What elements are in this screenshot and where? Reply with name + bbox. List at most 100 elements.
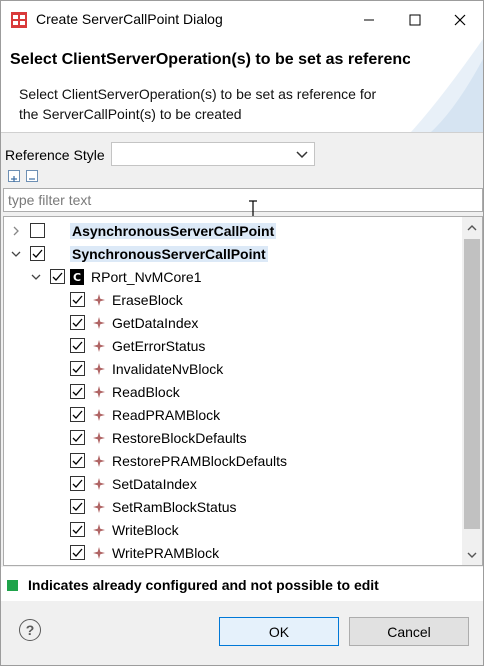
collapse-all-icon[interactable] xyxy=(26,170,38,182)
tree-row-operation[interactable]: SetRamBlockStatus xyxy=(4,496,462,519)
dialog-footer: ? OK Cancel xyxy=(1,601,483,665)
checkbox-async[interactable] xyxy=(30,223,45,238)
filter-input[interactable]: type filter text xyxy=(3,188,483,212)
checkmark-icon xyxy=(72,387,83,396)
port-icon: C xyxy=(70,269,84,285)
tree-row-operation[interactable]: RestoreBlockDefaults xyxy=(4,427,462,450)
tree-row-operation[interactable]: RestorePRAMBlockDefaults xyxy=(4,450,462,473)
tree-label-operation: RestorePRAMBlockDefaults xyxy=(112,453,288,469)
chevron-down-icon xyxy=(296,151,308,159)
tree-label-operation: WritePRAMBlock xyxy=(112,545,220,561)
maximize-icon xyxy=(409,14,421,26)
tree-row-port[interactable]: C RPort_NvMCore1 xyxy=(4,266,462,289)
checkmark-icon xyxy=(72,433,83,442)
help-button[interactable]: ? xyxy=(19,619,41,641)
checkmark-icon xyxy=(72,502,83,511)
checkbox-port[interactable] xyxy=(50,269,65,284)
checkbox-operation[interactable] xyxy=(70,338,85,353)
maximize-button[interactable] xyxy=(392,1,438,39)
tree-label-operation: RestoreBlockDefaults xyxy=(112,430,247,446)
ok-button[interactable]: OK xyxy=(219,617,339,646)
checkbox-operation[interactable] xyxy=(70,453,85,468)
checkbox-operation[interactable] xyxy=(70,522,85,537)
tree-row-operation[interactable]: ReadBlock xyxy=(4,381,462,404)
tree-row-operation[interactable]: EraseBlock xyxy=(4,289,462,312)
tree-label-operation: SetDataIndex xyxy=(112,476,197,492)
chevron-down-icon[interactable] xyxy=(30,271,42,283)
operation-tree[interactable]: AsynchronousServerCallPoint SynchronousS… xyxy=(3,216,483,566)
scroll-down-icon[interactable] xyxy=(466,550,478,560)
checkbox-sync[interactable] xyxy=(30,246,45,261)
tree-row-operation[interactable]: SetDataIndex xyxy=(4,473,462,496)
checkbox-operation[interactable] xyxy=(70,361,85,376)
legend-text: Indicates already configured and not pos… xyxy=(28,577,379,593)
window-title: Create ServerCallPoint Dialog xyxy=(36,11,223,27)
tree-row-operation[interactable]: InvalidateNvBlock xyxy=(4,358,462,381)
tree-row-operation[interactable]: WritePRAMBlock xyxy=(4,542,462,565)
checkmark-icon xyxy=(32,249,43,258)
dialog-content: Reference Style type filter text Asynchr… xyxy=(1,133,483,593)
tree-label-operation: ReadBlock xyxy=(112,384,180,400)
checkbox-operation[interactable] xyxy=(70,384,85,399)
scroll-up-icon[interactable] xyxy=(466,223,478,233)
operation-icon xyxy=(93,501,105,513)
operation-icon xyxy=(93,478,105,490)
operation-icon xyxy=(93,455,105,467)
reference-style-label: Reference Style xyxy=(5,147,105,163)
checkmark-icon xyxy=(72,364,83,373)
tree-label-sync: SynchronousServerCallPoint xyxy=(70,246,268,262)
legend-swatch xyxy=(7,580,18,591)
operation-icon xyxy=(93,524,105,536)
operation-icon xyxy=(93,432,105,444)
tree-label-operation: ReadPRAMBlock xyxy=(112,407,221,423)
tree-label-operation: GetErrorStatus xyxy=(112,338,206,354)
app-icon xyxy=(11,12,27,28)
checkbox-operation[interactable] xyxy=(70,315,85,330)
checkmark-icon xyxy=(72,456,83,465)
minimize-icon xyxy=(364,19,374,21)
cancel-button[interactable]: Cancel xyxy=(349,617,469,646)
tree-label-operation: InvalidateNvBlock xyxy=(112,361,224,377)
chevron-right-icon[interactable] xyxy=(10,225,22,237)
tree-label-operation: EraseBlock xyxy=(112,292,183,308)
legend: Indicates already configured and not pos… xyxy=(1,573,483,597)
checkbox-operation[interactable] xyxy=(70,476,85,491)
scrollbar-thumb[interactable] xyxy=(464,239,480,529)
banner-decoration xyxy=(411,39,483,132)
operation-icon xyxy=(93,386,105,398)
operation-icon xyxy=(93,340,105,352)
tree-row-operation[interactable]: GetDataIndex xyxy=(4,312,462,335)
checkmark-icon xyxy=(72,479,83,488)
checkmark-icon xyxy=(72,410,83,419)
tree-row-async[interactable]: AsynchronousServerCallPoint xyxy=(4,220,462,243)
operation-icon xyxy=(93,294,105,306)
close-button[interactable] xyxy=(437,1,483,39)
operation-icon xyxy=(93,363,105,375)
reference-style-select[interactable] xyxy=(111,142,315,166)
checkbox-operation[interactable] xyxy=(70,545,85,560)
tree-row-sync[interactable]: SynchronousServerCallPoint xyxy=(4,243,462,266)
tree-row-operation[interactable]: WriteBlock xyxy=(4,519,462,542)
checkbox-operation[interactable] xyxy=(70,407,85,422)
tree-row-operation[interactable]: GetErrorStatus xyxy=(4,335,462,358)
checkmark-icon xyxy=(72,295,83,304)
banner-title: Select ClientServerOperation(s) to be se… xyxy=(10,51,410,68)
tree-label-operation: SetRamBlockStatus xyxy=(112,499,237,515)
checkmark-icon xyxy=(72,548,83,557)
checkmark-icon xyxy=(72,525,83,534)
expand-all-icon[interactable] xyxy=(8,170,20,182)
checkbox-operation[interactable] xyxy=(70,499,85,514)
header-banner: Select ClientServerOperation(s) to be se… xyxy=(1,39,483,132)
tree-label-port: RPort_NvMCore1 xyxy=(91,269,202,285)
checkbox-operation[interactable] xyxy=(70,292,85,307)
operation-icon xyxy=(93,409,105,421)
banner-description: Select ClientServerOperation(s) to be se… xyxy=(19,86,377,122)
minimize-button[interactable] xyxy=(346,1,392,39)
tree-scrollbar[interactable] xyxy=(462,217,482,565)
tree-row-operation[interactable]: ReadPRAMBlock xyxy=(4,404,462,427)
checkbox-operation[interactable] xyxy=(70,430,85,445)
chevron-down-icon[interactable] xyxy=(10,248,22,260)
tree-label-operation: WriteBlock xyxy=(112,522,179,538)
operation-icon xyxy=(93,317,105,329)
operation-icon xyxy=(93,547,105,559)
